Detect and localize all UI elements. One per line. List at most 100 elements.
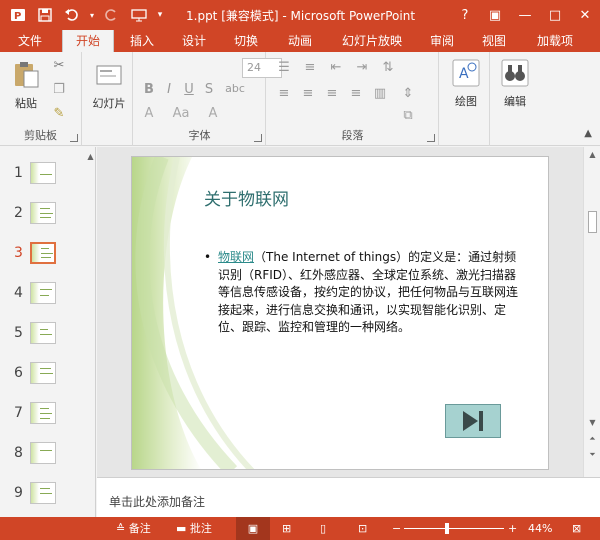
ribbon-display-options-button[interactable]: ▣ xyxy=(480,0,510,30)
tab-file[interactable]: 文件 xyxy=(0,30,60,52)
increase-indent-icon[interactable]: ⇥ xyxy=(353,60,371,75)
bold-icon[interactable]: B xyxy=(140,82,158,97)
close-button[interactable]: ✕ xyxy=(570,0,600,30)
tab-home[interactable]: 开始 xyxy=(62,30,114,52)
zoom-slider-thumb[interactable] xyxy=(445,523,449,534)
underline-icon[interactable]: U xyxy=(180,82,198,97)
thumbnail-4[interactable]: 4 xyxy=(0,279,82,309)
customize-qat-icon[interactable]: ▾ xyxy=(154,4,166,26)
slide-sorter-icon[interactable]: ⊞ xyxy=(282,517,291,540)
zoom-in-button[interactable]: + xyxy=(508,517,517,540)
zoom-slider-track[interactable] xyxy=(404,528,504,529)
ribbon: 粘贴 ✂ ❐ ✎ 剪贴板 幻灯片 24 B I U S abc A Aa A 字… xyxy=(0,52,600,146)
new-slide-button[interactable]: 幻灯片 xyxy=(89,60,129,111)
slide-thumbnail-pane: 1 2 3 4 5 6 7 8 9 ▲ xyxy=(0,147,96,517)
copy-icon[interactable]: ❐ xyxy=(50,82,68,97)
tab-animations[interactable]: 动画 xyxy=(278,30,322,52)
format-painter-icon[interactable]: ✎ xyxy=(50,106,68,121)
thumbnail-3[interactable]: 3 xyxy=(0,239,82,269)
smartart-icon[interactable]: ⧉ xyxy=(399,108,417,123)
slide-body-text[interactable]: • 物联网（The Internet of things）的定义是：通过射频识别… xyxy=(204,249,524,337)
tab-design[interactable]: 设计 xyxy=(172,30,216,52)
help-button[interactable]: ? xyxy=(450,0,480,30)
align-center-icon[interactable]: ≡ xyxy=(299,86,317,101)
font-color-icon[interactable]: A xyxy=(140,106,158,121)
paragraph-launcher-icon[interactable] xyxy=(427,134,435,142)
zoom-out-button[interactable]: − xyxy=(392,517,401,540)
powerpoint-window: P ▾ ▾ 1.ppt [兼容模式] - Microsoft PowerPoin… xyxy=(0,0,600,540)
cut-icon[interactable]: ✂ xyxy=(50,58,68,73)
align-right-icon[interactable]: ≡ xyxy=(323,86,341,101)
tab-view[interactable]: 视图 xyxy=(472,30,516,52)
shadow-icon[interactable]: S xyxy=(200,82,218,97)
zoom-level[interactable]: 44% xyxy=(528,517,552,540)
scroll-up-icon[interactable]: ▲ xyxy=(584,147,600,163)
numbering-icon[interactable]: ≡ xyxy=(301,60,319,75)
slideshow-icon[interactable] xyxy=(127,4,151,26)
scroll-thumb[interactable] xyxy=(588,211,597,233)
collapse-ribbon-icon[interactable]: ▲ xyxy=(584,128,592,139)
notes-toggle-button[interactable]: ≙ 备注 xyxy=(116,517,151,540)
notes-toggle-label: 备注 xyxy=(128,522,151,535)
editing-button[interactable]: 编辑 xyxy=(497,58,533,109)
thumbnail-1[interactable]: 1 xyxy=(0,159,82,189)
comments-toggle-button[interactable]: ▬ 批注 xyxy=(176,517,212,540)
editing-group: 编辑 xyxy=(491,52,541,146)
paste-button[interactable]: 粘贴 xyxy=(8,60,44,111)
change-case-icon[interactable]: Aa xyxy=(168,106,194,121)
previous-slide-icon[interactable]: ⏶ xyxy=(584,431,600,447)
drawing-button[interactable]: A 绘图 xyxy=(448,58,484,109)
save-icon[interactable] xyxy=(33,4,57,26)
next-slide-icon[interactable]: ⏷ xyxy=(584,447,600,463)
hyperlink-iot[interactable]: 物联网 xyxy=(218,250,254,264)
normal-view-icon[interactable]: ▣ xyxy=(236,517,270,540)
scroll-down-icon[interactable]: ▼ xyxy=(584,415,600,431)
new-slide-icon xyxy=(96,65,122,85)
font-launcher-icon[interactable] xyxy=(254,134,262,142)
bullets-icon[interactable]: ☰ xyxy=(275,60,293,75)
thumbnail-7[interactable]: 7 xyxy=(0,399,82,429)
columns-icon[interactable]: ▥ xyxy=(371,86,389,101)
reading-view-icon[interactable]: ▯ xyxy=(320,517,326,540)
undo-dropdown-icon[interactable]: ▾ xyxy=(87,4,97,26)
slide-scrollbar[interactable]: ▲ ▼ ⏶ ⏷ xyxy=(583,147,600,477)
justify-icon[interactable]: ≡ xyxy=(347,86,365,101)
slideshow-view-icon[interactable]: ⊡ xyxy=(358,517,367,540)
minimize-button[interactable]: — xyxy=(510,0,540,30)
decrease-indent-icon[interactable]: ⇤ xyxy=(327,60,345,75)
clipboard-launcher-icon[interactable] xyxy=(70,134,78,142)
strikethrough-icon[interactable]: abc xyxy=(222,82,248,95)
thumbnail-number: 2 xyxy=(14,205,23,221)
bullet-glyph: • xyxy=(204,250,212,264)
thumbnail-9[interactable]: 9 xyxy=(0,479,82,509)
notes-pane[interactable]: 单击此处添加备注 xyxy=(97,477,600,517)
thumbnail-image xyxy=(30,402,56,424)
drawing-group: A 绘图 xyxy=(440,52,490,146)
align-left-icon[interactable]: ≡ xyxy=(275,86,293,101)
align-text-icon[interactable]: ⇕ xyxy=(399,86,417,101)
svg-text:A: A xyxy=(459,66,469,82)
clear-format-icon[interactable]: A xyxy=(204,106,222,121)
thumbnail-8[interactable]: 8 xyxy=(0,439,82,469)
app-logo-icon[interactable]: P xyxy=(6,4,30,26)
tab-transitions[interactable]: 切换 xyxy=(224,30,268,52)
tab-addins[interactable]: 加载项 xyxy=(526,30,584,52)
thumbnail-5[interactable]: 5 xyxy=(0,319,82,349)
text-direction-icon[interactable]: ⇅ xyxy=(379,60,397,75)
thumbnail-scrollbar[interactable]: ▲ xyxy=(82,147,95,517)
italic-icon[interactable]: I xyxy=(160,82,178,97)
slide-title[interactable]: 关于物联网 xyxy=(204,185,289,210)
maximize-button[interactable]: □ xyxy=(540,0,570,30)
fit-slide-icon[interactable]: ⊠ xyxy=(572,517,581,540)
thumbnail-6[interactable]: 6 xyxy=(0,359,82,389)
tab-insert[interactable]: 插入 xyxy=(120,30,164,52)
paragraph-group-label: 段落 xyxy=(341,129,364,142)
thumbnail-image xyxy=(30,282,56,304)
slide-canvas[interactable]: 关于物联网 • 物联网（The Internet of things）的定义是：… xyxy=(131,156,549,470)
undo-icon[interactable] xyxy=(60,4,84,26)
tab-slideshow[interactable]: 幻灯片放映 xyxy=(332,30,412,52)
redo-icon[interactable] xyxy=(100,4,124,26)
tab-review[interactable]: 审阅 xyxy=(420,30,464,52)
thumbnail-2[interactable]: 2 xyxy=(0,199,82,229)
next-slide-action-button[interactable] xyxy=(445,404,501,438)
